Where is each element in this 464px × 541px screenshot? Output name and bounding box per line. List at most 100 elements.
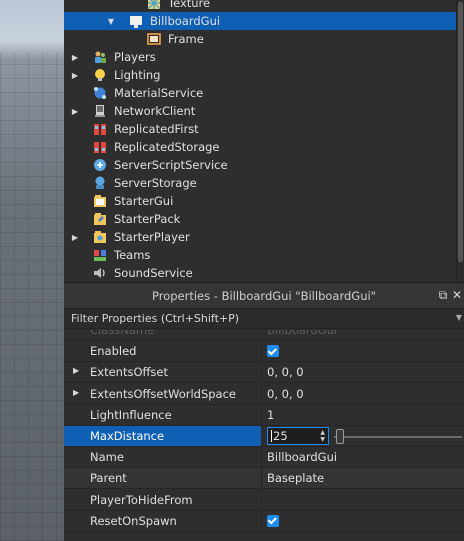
property-value[interactable]: 25 ▲ ▼	[262, 426, 464, 446]
expand-arrow-icon[interactable]: ▶	[73, 388, 79, 397]
tree-item-texture[interactable]: Texture	[64, 0, 464, 12]
property-value[interactable]	[262, 490, 464, 510]
players-icon	[92, 49, 108, 65]
properties-header: Properties - BillboardGui "BillboardGui"…	[64, 283, 464, 309]
property-row-classname[interactable]: ClassName BillboardGui	[64, 330, 464, 341]
tree-item-frame[interactable]: Frame	[64, 30, 464, 48]
tree-item-label: MaterialService	[114, 86, 204, 100]
property-value[interactable]: 0, 0, 0	[262, 384, 464, 404]
property-value[interactable]	[262, 511, 464, 531]
replicated-storage-icon	[92, 139, 108, 155]
tree-item-players[interactable]: ▶ Players	[64, 48, 464, 66]
tree-item-teams[interactable]: Teams	[64, 246, 464, 264]
properties-panel: Properties - BillboardGui "BillboardGui"…	[64, 282, 464, 541]
tree-item-label: ServerScriptService	[114, 158, 228, 172]
server-script-service-icon	[92, 157, 108, 173]
3d-viewport[interactable]	[0, 0, 64, 541]
starter-gui-icon	[92, 193, 108, 209]
expand-arrow-icon[interactable]: ▶	[70, 71, 80, 80]
property-value-label: BillboardGui	[267, 450, 338, 465]
collapse-arrow-icon[interactable]: ▼	[106, 17, 116, 26]
slider-thumb[interactable]	[336, 429, 344, 444]
tree-item-serverstorage[interactable]: ServerStorage	[64, 174, 464, 192]
property-name-label: MaxDistance	[90, 429, 165, 443]
property-name: Enabled	[64, 341, 262, 362]
property-name-label: LightInfluence	[90, 407, 172, 422]
tree-item-materialservice[interactable]: MaterialService	[64, 84, 464, 102]
property-row-lightinfluence[interactable]: LightInfluence 1	[64, 404, 464, 426]
tree-item-startergui[interactable]: StarterGui	[64, 192, 464, 210]
property-row-maxdistance[interactable]: MaxDistance 25 ▲ ▼	[64, 426, 464, 447]
property-value[interactable]: 0, 0, 0	[262, 362, 464, 382]
teams-icon	[92, 247, 108, 263]
close-icon[interactable]: ✕	[450, 288, 464, 302]
property-name: ▶ ExtentsOffset	[64, 362, 262, 383]
property-name: ▶ ExtentsOffsetWorldSpace	[64, 383, 262, 404]
tree-item-label: Lighting	[114, 68, 161, 82]
scrollbar-thumb[interactable]	[458, 2, 463, 262]
property-row-extentsoffsetworldspace[interactable]: ▶ ExtentsOffsetWorldSpace 0, 0, 0	[64, 383, 464, 405]
explorer-panel: Texture ▼ BillboardGui Frame ▶ Players ▶ Lighti…	[64, 0, 464, 282]
property-name: PlayerToHideFrom	[64, 489, 262, 510]
tree-item-label: StarterPlayer	[114, 230, 190, 244]
property-row-parent[interactable]: Parent Baseplate	[64, 468, 464, 490]
tree-item-networkclient[interactable]: ▶ NetworkClient	[64, 102, 464, 120]
property-value-label: 0, 0, 0	[267, 386, 304, 401]
starter-pack-icon	[92, 211, 108, 227]
tree-item-starterpack[interactable]: StarterPack	[64, 210, 464, 228]
expand-arrow-icon[interactable]: ▶	[70, 53, 80, 62]
property-name-label: ExtentsOffsetWorldSpace	[90, 386, 236, 401]
property-name-label: ResetOnSpawn	[90, 513, 177, 528]
expand-arrow-icon[interactable]: ▶	[70, 107, 80, 116]
tree-item-label: NetworkClient	[114, 104, 196, 118]
text-cursor	[271, 430, 272, 442]
tree-item-soundservice[interactable]: SoundService	[64, 264, 464, 282]
property-value[interactable]: BillboardGui	[262, 447, 464, 467]
spinner-arrows-icon[interactable]: ▲ ▼	[320, 429, 325, 443]
tree-item-label: ReplicatedFirst	[114, 122, 199, 136]
chevron-down-icon[interactable]: ▼	[456, 313, 462, 322]
property-name-label: ClassName	[90, 330, 155, 337]
checkbox-checked[interactable]	[267, 514, 279, 527]
property-value-label: 0, 0, 0	[267, 365, 304, 380]
property-name: Parent	[64, 468, 262, 489]
explorer-scrollbar[interactable]	[456, 0, 464, 282]
property-name: LightInfluence	[64, 404, 262, 425]
filter-properties-input[interactable]: Filter Properties (Ctrl+Shift+P) ▼	[64, 309, 464, 329]
undock-icon[interactable]: ⧉	[436, 288, 450, 302]
property-value-label: 1	[267, 407, 275, 422]
replicated-first-icon	[92, 121, 108, 137]
lighting-icon	[92, 67, 108, 83]
checkbox-checked[interactable]	[267, 345, 279, 358]
property-row-name[interactable]: Name BillboardGui	[64, 447, 464, 469]
tree-item-replicatedfirst[interactable]: ReplicatedFirst	[64, 120, 464, 138]
tree-item-starterplayer[interactable]: ▶ StarterPlayer	[64, 228, 464, 246]
property-row-resetonspawn[interactable]: ResetOnSpawn	[64, 510, 464, 532]
property-row-playertohidefrom[interactable]: PlayerToHideFrom	[64, 489, 464, 511]
property-value[interactable]: Baseplate	[262, 468, 464, 488]
property-name: Name	[64, 447, 262, 468]
max-distance-value: 25	[273, 429, 288, 443]
property-value[interactable]	[262, 341, 464, 361]
expand-arrow-icon[interactable]: ▶	[73, 366, 79, 375]
property-row-enabled[interactable]: Enabled	[64, 341, 464, 363]
property-row-extentsoffset[interactable]: ▶ ExtentsOffset 0, 0, 0	[64, 362, 464, 384]
material-service-icon	[92, 85, 108, 101]
property-value[interactable]: BillboardGui	[262, 330, 464, 340]
tree-item-serverscriptservice[interactable]: ServerScriptService	[64, 156, 464, 174]
property-name: ClassName	[64, 330, 262, 340]
property-value[interactable]: 1	[262, 405, 464, 425]
property-name-label: PlayerToHideFrom	[90, 492, 193, 507]
tree-item-label: ServerStorage	[114, 176, 197, 190]
tree-item-label: StarterPack	[114, 212, 181, 226]
tree-item-replicatedstorage[interactable]: ReplicatedStorage	[64, 138, 464, 156]
texture-icon	[146, 0, 162, 11]
tree-item-label: SoundService	[114, 266, 193, 280]
tree-item-label: StarterGui	[114, 194, 174, 208]
max-distance-input[interactable]: 25 ▲ ▼	[267, 427, 329, 445]
tree-item-billboardgui[interactable]: ▼ BillboardGui	[64, 12, 464, 30]
slider-track[interactable]	[334, 436, 462, 438]
tree-item-lighting[interactable]: ▶ Lighting	[64, 66, 464, 84]
filter-placeholder: Filter Properties (Ctrl+Shift+P)	[71, 312, 240, 325]
expand-arrow-icon[interactable]: ▶	[70, 233, 80, 242]
